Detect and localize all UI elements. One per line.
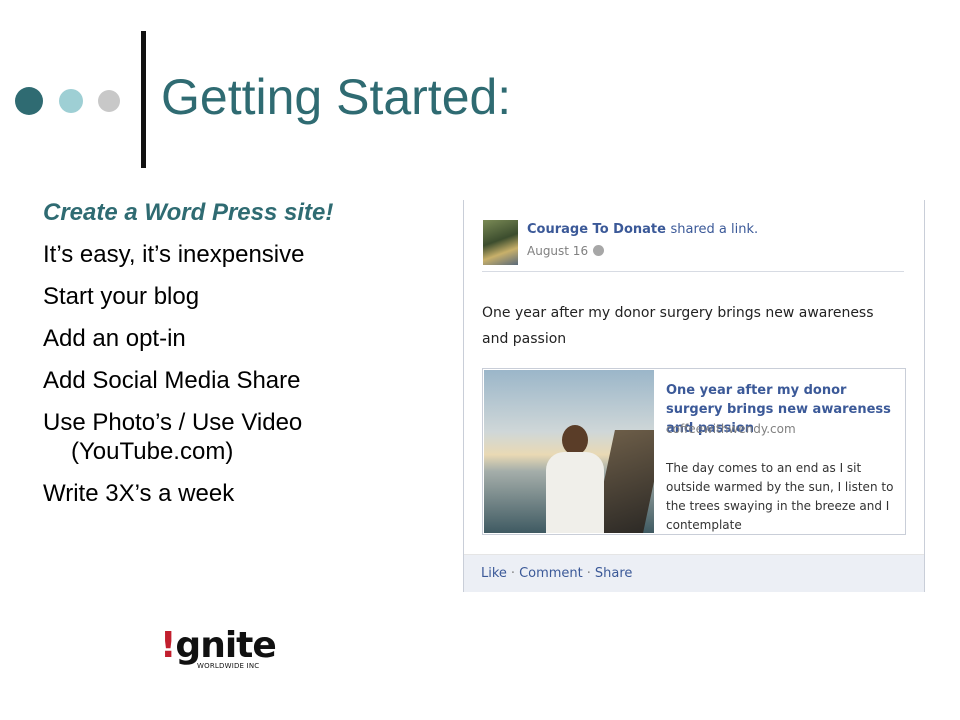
link-domain: coffeewithwendy.com — [666, 422, 796, 436]
person-head-shape — [562, 425, 588, 455]
decor-dot-3 — [98, 90, 120, 112]
post-header: Courage To Donate shared a link. — [527, 222, 758, 237]
decor-dot-2 — [59, 89, 83, 113]
facebook-post-screenshot: Courage To Donate shared a link. August … — [463, 200, 925, 592]
title-rule — [141, 31, 146, 168]
post-message: One year after my donor surgery brings n… — [482, 305, 874, 347]
bullet-item: Start your blog — [43, 283, 200, 310]
divider — [482, 271, 904, 272]
separator-dot: · — [510, 566, 516, 581]
post-date[interactable]: August 16 — [527, 244, 588, 258]
separator-dot: · — [586, 566, 591, 581]
link-description: The day comes to an end as I sit outside… — [666, 461, 894, 532]
bullet-item: Add Social Media Share — [43, 367, 301, 394]
logo-bang: ! — [160, 625, 176, 666]
post-action-bar: Like · Comment · Share — [464, 554, 924, 592]
post-date-row: August 16 — [527, 244, 605, 258]
shared-link-preview[interactable]: One year after my donor surgery brings n… — [482, 368, 906, 535]
ignite-logo: !gnite WORLDWIDE INC — [160, 628, 280, 674]
page-avatar[interactable] — [483, 220, 518, 265]
page-name-link[interactable]: Courage To Donate — [527, 222, 666, 237]
post-action-text: shared a link. — [670, 222, 759, 237]
post-actions: Like · Comment · Share — [481, 566, 632, 581]
share-link[interactable]: Share — [595, 566, 633, 581]
bullet-item: Create a Word Press site! — [43, 199, 334, 226]
comment-link[interactable]: Comment — [519, 566, 583, 581]
logo-subtitle: WORLDWIDE INC — [197, 662, 260, 670]
slide: Getting Started: Create a Word Press sit… — [0, 0, 960, 720]
logo-word: gnite — [175, 625, 276, 666]
globe-icon — [593, 245, 605, 256]
bullet-item: Add an opt-in — [43, 325, 186, 352]
decor-dot-1 — [15, 87, 43, 115]
logo-wordmark: !gnite — [160, 625, 277, 666]
bullet-item: It’s easy, it’s inexpensive — [43, 241, 305, 268]
link-thumbnail-image[interactable] — [484, 370, 654, 533]
bullet-item: Use Photo’s / Use Video (YouTube.com) — [43, 409, 303, 465]
bullet-item: Write 3X’s a week — [43, 480, 235, 507]
slide-title: Getting Started: — [161, 69, 512, 125]
bullet-list: Create a Word Press site! It’s easy, it’… — [43, 198, 443, 521]
person-body-shape — [546, 452, 604, 533]
like-link[interactable]: Like — [481, 566, 507, 581]
